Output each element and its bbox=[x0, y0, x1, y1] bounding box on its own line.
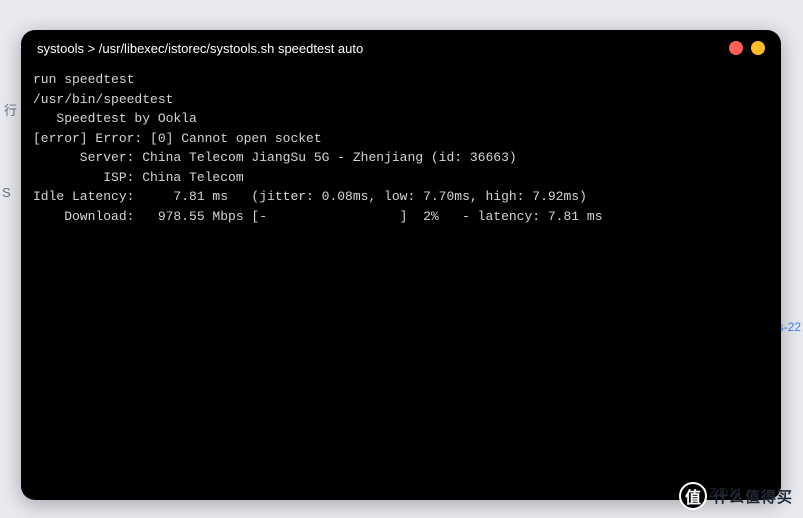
terminal-output: run speedtest/usr/bin/speedtest Speedtes… bbox=[21, 66, 781, 230]
close-icon[interactable] bbox=[729, 41, 743, 55]
terminal-titlebar: systools > /usr/libexec/istorec/systools… bbox=[21, 30, 781, 66]
output-line: Speedtest by Ookla bbox=[33, 109, 769, 129]
output-line: Idle Latency: 7.81 ms (jitter: 0.08ms, l… bbox=[33, 187, 769, 207]
background-text: 行 bbox=[4, 100, 17, 119]
background-text: S bbox=[2, 185, 11, 200]
background-link: s-22 bbox=[778, 320, 801, 334]
output-line: /usr/bin/speedtest bbox=[33, 90, 769, 110]
terminal-title: systools > /usr/libexec/istorec/systools… bbox=[37, 41, 363, 56]
watermark-text: 什么值得买 bbox=[713, 486, 793, 507]
output-line: ISP: China Telecom bbox=[33, 168, 769, 188]
output-line: Server: China Telecom JiangSu 5G - Zhenj… bbox=[33, 148, 769, 168]
output-line: [error] Error: [0] Cannot open socket bbox=[33, 129, 769, 149]
output-line: Download: 978.55 Mbps [- ] 2% - latency:… bbox=[33, 207, 769, 227]
minimize-icon[interactable] bbox=[751, 41, 765, 55]
terminal-window: systools > /usr/libexec/istorec/systools… bbox=[21, 30, 781, 500]
watermark-icon: 值 bbox=[679, 482, 707, 510]
output-line: run speedtest bbox=[33, 70, 769, 90]
watermark: 值 什么值得买 bbox=[679, 482, 793, 510]
window-controls bbox=[729, 41, 765, 55]
